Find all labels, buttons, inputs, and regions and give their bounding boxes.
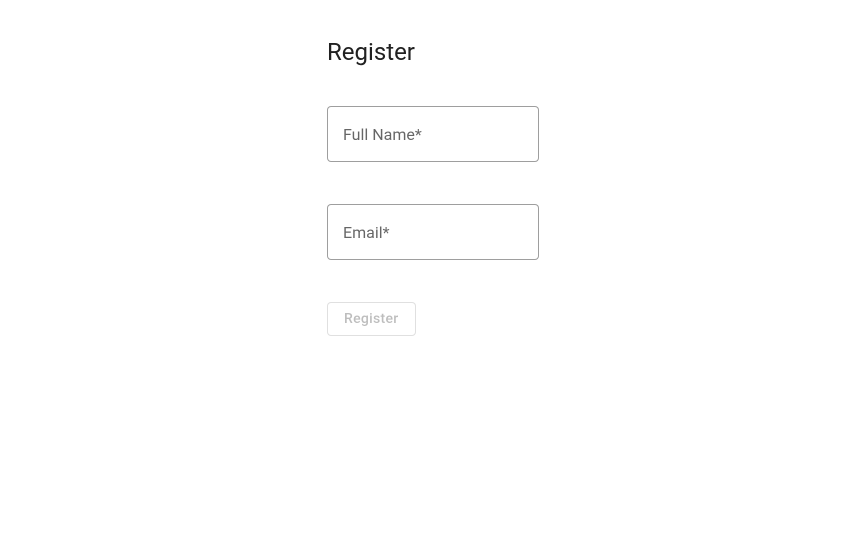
register-button[interactable]: Register: [327, 302, 416, 336]
email-input[interactable]: [327, 204, 539, 260]
email-field-wrapper: [327, 204, 539, 260]
page-title: Register: [327, 38, 848, 66]
full-name-field-wrapper: [327, 106, 539, 162]
full-name-input[interactable]: [327, 106, 539, 162]
register-form-container: Register Register: [0, 0, 848, 336]
